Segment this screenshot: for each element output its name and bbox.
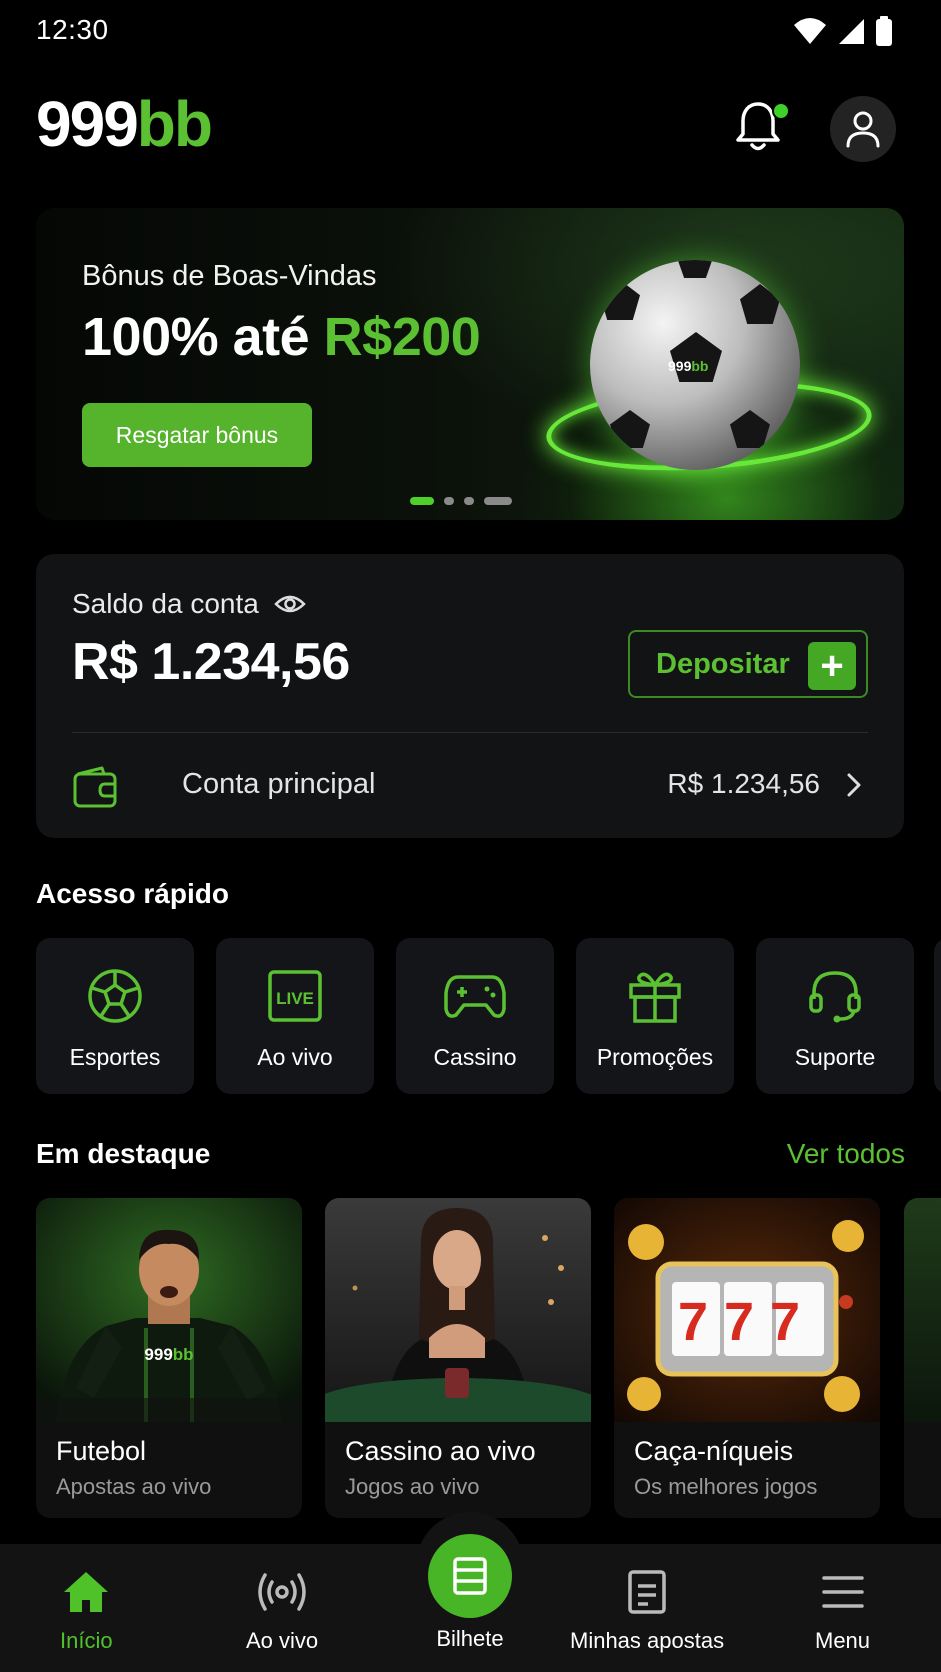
nav-label: Menu <box>815 1628 871 1653</box>
chevron-right-icon <box>847 773 861 797</box>
nav-home[interactable]: Início <box>60 1570 113 1654</box>
wifi-icon <box>794 18 826 44</box>
user-icon <box>846 111 880 148</box>
slot-machine-image: 777 <box>614 1198 880 1422</box>
card-subtitle: Os melhores jogos <box>634 1474 818 1499</box>
bet-slip-button[interactable] <box>428 1534 512 1618</box>
nav-label: Minhas apostas <box>570 1628 725 1653</box>
eye-icon[interactable] <box>274 592 306 616</box>
soccer-ball-image: 999bb <box>590 260 800 470</box>
quick-access-label: Suporte <box>794 1044 876 1070</box>
status-time: 12:30 <box>36 14 109 45</box>
headset-icon <box>809 971 861 1023</box>
plus-icon: + <box>808 642 856 690</box>
account-label: Conta principal <box>182 768 376 800</box>
banner-title: 100% até R$200 <box>82 306 481 368</box>
card-subtitle: Apostas ao vivo <box>56 1474 212 1499</box>
gift-icon <box>629 972 681 1023</box>
nav-label: Início <box>60 1628 113 1653</box>
carousel-dot[interactable] <box>444 497 454 505</box>
balance-label: Saldo da conta <box>72 588 259 619</box>
nav-my-bets[interactable]: Minhas apostas <box>570 1570 724 1654</box>
notifications-button[interactable] <box>734 98 790 158</box>
quick-access-title: Acesso rápido <box>36 878 229 909</box>
notification-dot <box>772 102 790 120</box>
logo-letters: bb <box>136 88 213 160</box>
live-tv-icon: LIVE <box>268 970 322 1022</box>
carousel-dot[interactable] <box>484 497 512 505</box>
banner-subtitle: Bônus de Boas-Vindas <box>82 260 377 292</box>
battery-icon <box>876 16 892 46</box>
live-badge-text: LIVE <box>276 989 314 1008</box>
featured-card-slots[interactable]: 777 Caça-níqueis Os melhores jogos <box>614 1198 880 1518</box>
carousel-indicator[interactable] <box>410 497 512 505</box>
signal-icon <box>839 19 864 44</box>
ticket-icon <box>453 1557 487 1595</box>
featured-card-peek[interactable] <box>904 1198 941 1518</box>
slot-reels-text: 777 <box>678 1292 816 1352</box>
balance-card: Saldo da conta R$ 1.234,56 Depositar + C… <box>36 554 904 838</box>
hamburger-icon <box>821 1576 864 1608</box>
nav-menu[interactable]: Menu <box>815 1570 870 1654</box>
quick-access-label: Ao vivo <box>257 1044 333 1070</box>
claim-bonus-button[interactable]: Resgatar bônus <box>82 403 312 467</box>
card-title: Futebol <box>56 1436 147 1466</box>
quick-access-support[interactable]: Suporte <box>756 938 914 1094</box>
home-icon <box>64 1572 109 1612</box>
quick-access-promotions[interactable]: Promoções <box>576 938 734 1094</box>
nav-label: Bilhete <box>436 1626 504 1651</box>
quick-access-label: Cassino <box>433 1044 517 1070</box>
ball-logo-letters: bb <box>691 358 709 374</box>
balance-amount: R$ 1.234,56 <box>72 633 350 691</box>
carousel-dot-active[interactable] <box>410 497 434 505</box>
banner-title-amount: R$200 <box>323 307 481 367</box>
quick-access-label: Esportes <box>69 1044 161 1070</box>
featured-card-live-casino[interactable]: Cassino ao vivo Jogos ao vivo <box>325 1198 591 1518</box>
main-account-row[interactable]: Conta principal R$ 1.234,56 <box>72 758 868 816</box>
status-icons <box>793 16 893 46</box>
quick-access-label: Promoções <box>596 1044 714 1070</box>
featured-title: Em destaque <box>36 1138 211 1169</box>
broadcast-icon <box>258 1573 306 1611</box>
document-icon <box>628 1570 666 1614</box>
football-player-image: 999bb <box>36 1198 302 1422</box>
gamepad-icon <box>444 975 506 1018</box>
account-value: R$ 1.234,56 <box>667 768 820 799</box>
nav-label: Ao vivo <box>246 1628 319 1653</box>
see-all-link[interactable]: Ver todos <box>787 1138 905 1170</box>
card-title: Caça-níqueis <box>634 1436 794 1466</box>
card-title: Cassino ao vivo <box>345 1436 536 1466</box>
carousel-dot[interactable] <box>464 497 474 505</box>
featured-card-football[interactable]: 999bb Futebol Apostas ao vivo <box>36 1198 302 1518</box>
ball-logo-number: 999 <box>668 358 692 374</box>
divider <box>72 732 868 733</box>
banner-title-prefix: 100% até <box>82 307 324 367</box>
logo-number: 999 <box>36 88 139 160</box>
live-dealer-image <box>325 1198 591 1422</box>
profile-button[interactable] <box>830 96 896 162</box>
quick-access-more[interactable] <box>934 938 941 1094</box>
deposit-button[interactable]: Depositar + <box>628 630 868 698</box>
deposit-label: Depositar <box>656 647 790 680</box>
quick-access-sports[interactable]: Esportes <box>36 938 194 1094</box>
wallet-icon <box>73 766 117 808</box>
jersey-logo: 999bb <box>144 1345 193 1364</box>
quick-access-casino[interactable]: Cassino <box>396 938 554 1094</box>
soccer-ball-icon <box>88 969 142 1023</box>
card-subtitle: Jogos ao vivo <box>345 1474 480 1499</box>
quick-access-live[interactable]: LIVE Ao vivo <box>216 938 374 1094</box>
ball-logo: 999bb <box>668 358 708 374</box>
promo-banner[interactable]: Bônus de Boas-Vindas 100% até R$200 Resg… <box>36 208 904 520</box>
app-logo[interactable]: 999bb <box>36 92 213 156</box>
nav-live[interactable]: Ao vivo <box>246 1570 318 1654</box>
